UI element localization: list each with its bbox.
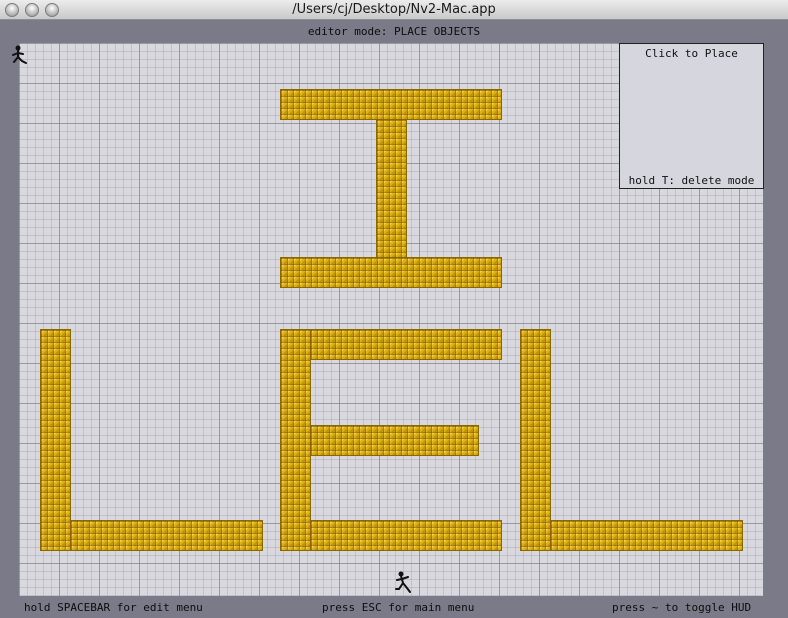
- editor-mode-label: editor mode: PLACE OBJECTS: [307, 25, 481, 38]
- window-title: /Users/cj/Desktop/Nv2-Mac.app: [292, 2, 496, 17]
- tile-block[interactable]: [70, 520, 263, 551]
- tile-block[interactable]: [310, 520, 502, 551]
- tile-block[interactable]: [280, 257, 502, 288]
- tile-block[interactable]: [310, 329, 502, 360]
- tile-block[interactable]: [310, 425, 479, 456]
- hud-left-text: hold SPACEBAR for edit menu: [24, 601, 203, 614]
- hud-right-text: press ~ to toggle HUD: [612, 601, 752, 614]
- hud-center-text: press ESC for main menu: [322, 601, 475, 614]
- tile-block[interactable]: [280, 329, 311, 551]
- tile-block[interactable]: [520, 329, 551, 551]
- window-titlebar: /Users/cj/Desktop/Nv2-Mac.app: [0, 0, 788, 20]
- tile-block[interactable]: [40, 329, 71, 551]
- tile-block[interactable]: [550, 520, 743, 551]
- palette-hint: hold T: delete mode: [628, 174, 755, 187]
- tile-block[interactable]: [376, 119, 407, 259]
- ninja-player-icon[interactable]: [393, 571, 413, 593]
- tile-block[interactable]: [280, 89, 502, 120]
- object-palette[interactable]: Click to Place hold T: delete mode: [619, 43, 764, 189]
- palette-title: Click to Place: [645, 47, 738, 60]
- ninja-spawn-icon[interactable]: [9, 45, 29, 67]
- hud-bar: hold SPACEBAR for edit menu press ESC fo…: [0, 598, 788, 618]
